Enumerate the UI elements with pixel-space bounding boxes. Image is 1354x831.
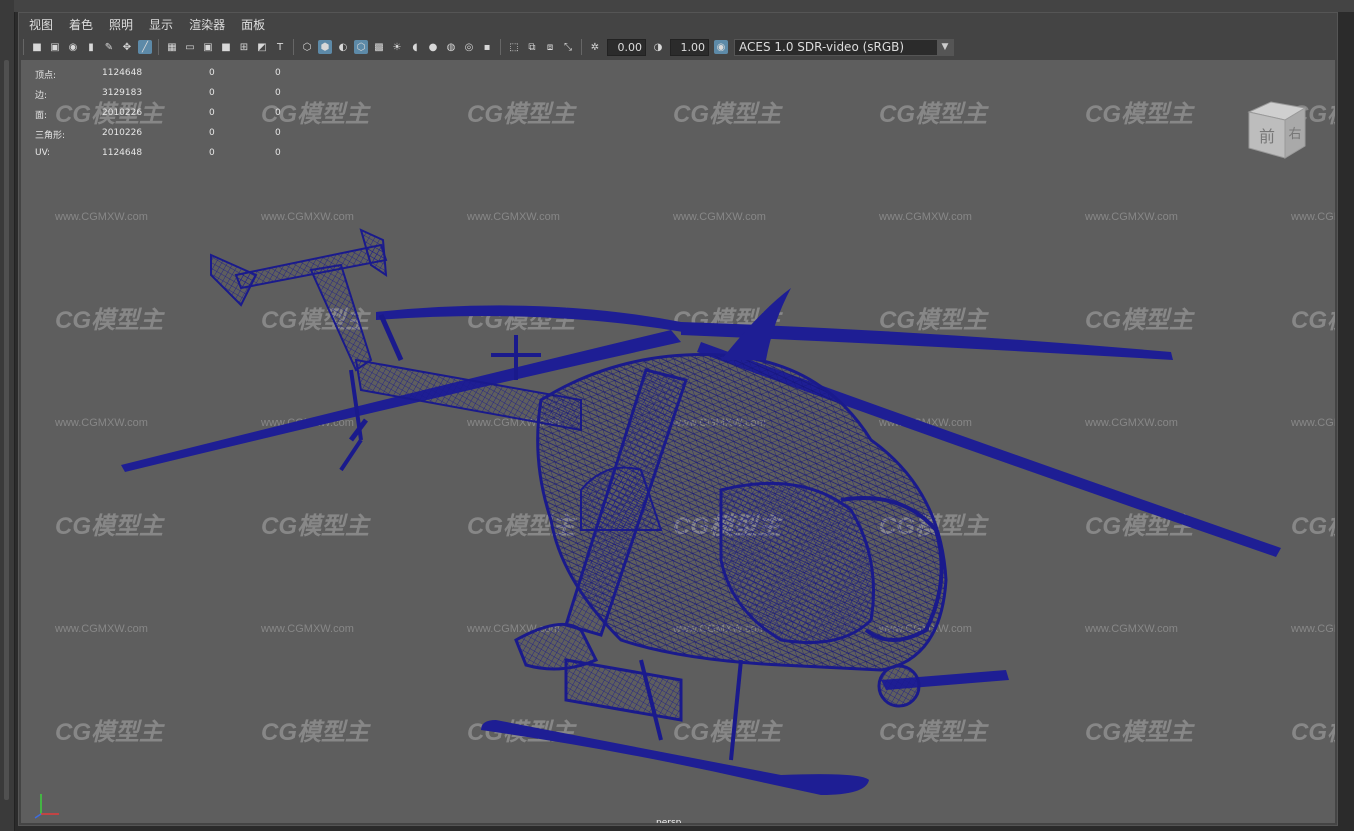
z-axis-icon <box>34 813 42 819</box>
hud-value: 0 <box>209 128 215 138</box>
hud-value: 0 <box>275 108 281 118</box>
camera-icon[interactable]: ■ <box>30 40 44 54</box>
safe-title-icon[interactable]: T <box>273 40 287 54</box>
color-space-label: ACES 1.0 SDR-video (sRGB) <box>739 39 905 54</box>
image-plane-icon[interactable]: ▮ <box>84 40 98 54</box>
viewcube-front-label: 前 <box>1259 127 1275 146</box>
3d-viewport[interactable]: CG模型主CG模型主CG模型主CG模型主CG模型主CG模型主CG模型主CG模型主… <box>21 60 1335 823</box>
hud-label: 三角形: <box>35 131 66 141</box>
menu-shading[interactable]: 着色 <box>61 16 101 33</box>
film-gate-icon[interactable]: ▭ <box>183 40 197 54</box>
anti-aliasing-icon[interactable]: ◎ <box>462 40 476 54</box>
hud-value: 0 <box>275 128 281 138</box>
xray-active-icon[interactable]: ⤡ <box>561 40 575 54</box>
menu-lighting[interactable]: 照明 <box>101 16 141 33</box>
2d-pan-icon[interactable]: ✥ <box>120 40 134 54</box>
hud-value: 1124648 <box>102 68 143 78</box>
hud-value: 3129183 <box>102 88 143 98</box>
panel-toolbar: ■ ▣ ◉ ▮ ✎ ✥ ╱ ▦ ▭ ▣ ■ ⊞ ◩ T ⬡ ⬢ ◐ ⬡ ▩ ☀ … <box>19 36 1337 58</box>
motion-blur-icon[interactable]: ◍ <box>444 40 458 54</box>
color-space-dropdown[interactable]: ACES 1.0 SDR-video (sRGB) ▼ <box>734 38 954 56</box>
chevron-down-icon: ▼ <box>937 39 953 55</box>
hud-label: 边: <box>35 91 48 101</box>
toolbar-separator <box>293 39 294 55</box>
toolbar-separator <box>581 39 582 55</box>
smooth-shade-icon[interactable]: ⬢ <box>318 40 332 54</box>
hud-value: 1124648 <box>102 148 143 158</box>
toolbar-separator <box>158 39 159 55</box>
hud-value: 0 <box>275 88 281 98</box>
textured-icon[interactable]: ▩ <box>372 40 386 54</box>
ambient-occlusion-icon[interactable]: ● <box>426 40 440 54</box>
color-management-icon[interactable]: ◉ <box>714 40 728 54</box>
hud-label: 顶点: <box>35 71 57 81</box>
wireframe-on-shaded-icon[interactable]: ⬡ <box>354 40 368 54</box>
view-cube[interactable]: 前 右 <box>1245 98 1309 162</box>
menu-show[interactable]: 显示 <box>141 16 181 33</box>
hud-value: 2010226 <box>102 128 143 138</box>
bookmark-icon[interactable]: ◉ <box>66 40 80 54</box>
hud-label: 面: <box>35 111 48 121</box>
exposure-field[interactable]: 0.00 <box>607 38 646 56</box>
menu-view[interactable]: 视图 <box>19 16 61 33</box>
left-side-strip <box>0 0 15 831</box>
pencil-icon[interactable]: ╱ <box>138 40 152 54</box>
hud-value: 0 <box>209 68 215 78</box>
helicopter-wireframe-model <box>121 228 1281 795</box>
hud-value: 0 <box>275 68 281 78</box>
camera-attrs-icon[interactable]: ▣ <box>48 40 62 54</box>
use-lights-icon[interactable]: ☀ <box>390 40 404 54</box>
gate-mask-icon[interactable]: ■ <box>219 40 233 54</box>
gamma-icon[interactable]: ◑ <box>651 40 665 54</box>
default-material-icon[interactable]: ◐ <box>336 40 350 54</box>
field-chart-icon[interactable]: ⊞ <box>237 40 251 54</box>
depth-of-field-icon[interactable]: ▪ <box>480 40 494 54</box>
hud-value: 0 <box>209 88 215 98</box>
toolbar-handle <box>23 39 24 55</box>
hud-label: UV: <box>35 148 51 158</box>
camera-name-label: persp <box>656 818 682 823</box>
isolate-select-icon[interactable]: ⬚ <box>507 40 521 54</box>
menu-panels[interactable]: 面板 <box>233 16 273 33</box>
resolution-gate-icon[interactable]: ▣ <box>201 40 215 54</box>
hud-value: 0 <box>275 148 281 158</box>
top-outer-bar <box>14 0 1354 12</box>
xray-icon[interactable]: ⧉ <box>525 40 539 54</box>
xray-joints-icon[interactable]: ⧈ <box>543 40 557 54</box>
panel-menubar: 视图 着色 照明 显示 渲染器 面板 <box>19 13 1337 35</box>
hud-value: 0 <box>209 148 215 158</box>
left-scrollbar[interactable] <box>4 60 9 800</box>
axis-gizmo <box>34 794 59 819</box>
grid-icon[interactable]: ▦ <box>165 40 179 54</box>
hud-value: 0 <box>209 108 215 118</box>
safe-action-icon[interactable]: ◩ <box>255 40 269 54</box>
viewport-panel: 视图 着色 照明 显示 渲染器 面板 ■ ▣ ◉ ▮ ✎ ✥ ╱ ▦ ▭ ▣ ■… <box>18 12 1338 826</box>
shadows-icon[interactable]: ◖ <box>408 40 422 54</box>
menu-renderer[interactable]: 渲染器 <box>181 16 233 33</box>
grease-pencil-icon[interactable]: ✎ <box>102 40 116 54</box>
exposure-icon[interactable]: ✲ <box>588 40 602 54</box>
toolbar-separator <box>500 39 501 55</box>
gamma-field[interactable]: 1.00 <box>670 38 709 56</box>
viewcube-right-label: 右 <box>1288 127 1301 142</box>
hud-value: 2010226 <box>102 108 143 118</box>
wireframe-icon[interactable]: ⬡ <box>300 40 314 54</box>
